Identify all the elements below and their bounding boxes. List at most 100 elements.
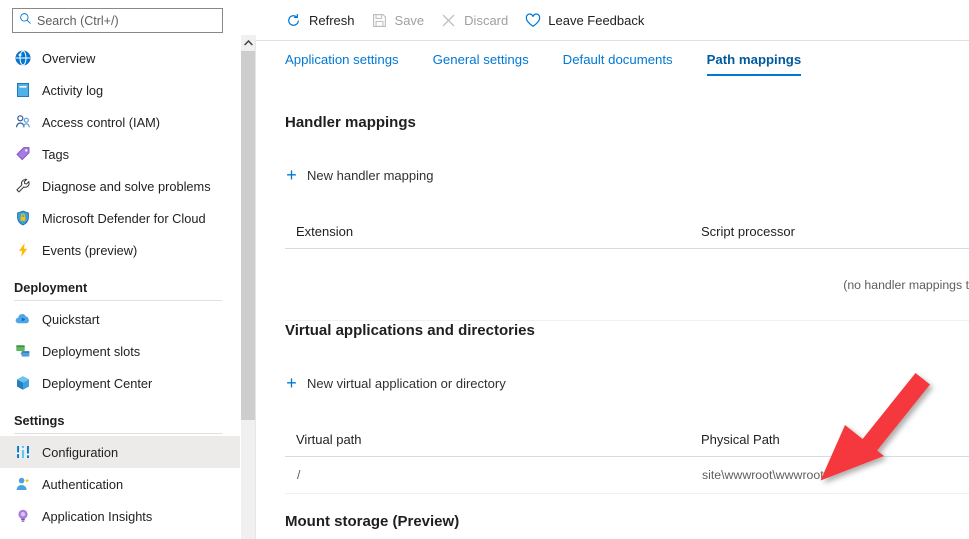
command-bar-divider — [256, 40, 969, 41]
cell-physical-path: site\wwwroot\wwwroot — [690, 456, 969, 494]
sidebar-item-label: Access control (IAM) — [42, 114, 161, 130]
resource-menu-sidebar: « Overview — [0, 0, 240, 539]
heart-icon — [524, 12, 541, 29]
virtual-applications-table: Virtual path Physical Path / site\wwwroo… — [285, 432, 969, 494]
plus-icon: + — [286, 373, 297, 393]
configuration-sliders-icon — [14, 443, 32, 461]
column-header-physical-path[interactable]: Physical Path — [690, 432, 969, 457]
handler-mappings-section: Handler mappings — [285, 114, 969, 131]
table-header-row: Extension Script processor — [285, 224, 969, 249]
handler-mappings-table: Extension Script processor (no handler m… — [285, 224, 969, 321]
shield-icon — [14, 209, 32, 227]
search-box[interactable] — [12, 8, 223, 33]
table-row: (no handler mappings t — [285, 248, 969, 321]
plus-icon: + — [286, 165, 297, 185]
new-virtual-application-button[interactable]: + New virtual application or directory — [285, 373, 506, 393]
sidebar-item-label: Overview — [42, 50, 96, 66]
handler-mappings-title: Handler mappings — [285, 114, 416, 131]
new-handler-mapping-label: New handler mapping — [307, 167, 434, 183]
sidebar-item-microsoft-defender-for-cloud[interactable]: Microsoft Defender for Cloud — [0, 202, 240, 234]
search-input[interactable] — [37, 13, 207, 28]
new-virtual-application-row: + New virtual application or directory — [285, 374, 969, 394]
table-header-row: Virtual path Physical Path — [285, 432, 969, 457]
refresh-icon — [285, 12, 302, 29]
handler-mappings-table-wrap: Extension Script processor (no handler m… — [285, 224, 969, 321]
scroll-up-arrow-icon[interactable] — [241, 35, 256, 51]
column-header-extension[interactable]: Extension — [285, 224, 690, 249]
new-virtual-application-label: New virtual application or directory — [307, 375, 506, 391]
quickstart-cloud-icon — [14, 310, 32, 328]
tab-path-mappings[interactable]: Path mappings — [706, 52, 801, 76]
deployment-center-cube-icon — [14, 374, 32, 392]
sidebar-item-label: Deployment slots — [42, 343, 141, 359]
tab-default-documents[interactable]: Default documents — [563, 52, 673, 76]
search-icon — [19, 12, 32, 30]
discard-label: Discard — [464, 12, 509, 28]
sidebar-item-configuration[interactable]: Configuration — [0, 436, 240, 468]
sidebar-item-label: Application Insights — [42, 508, 153, 524]
sidebar-item-authentication[interactable]: Authentication — [0, 468, 240, 500]
sidebar-group-divider — [14, 433, 222, 434]
column-header-virtual-path[interactable]: Virtual path — [285, 432, 690, 457]
save-button[interactable]: Save — [371, 6, 425, 34]
virtual-applications-table-wrap: Virtual path Physical Path / site\wwwroo… — [285, 432, 969, 494]
sidebar-item-label: Activity log — [42, 82, 104, 98]
sidebar-item-label: Deployment Center — [42, 375, 153, 391]
tab-application-settings[interactable]: Application settings — [285, 52, 399, 76]
authentication-user-icon — [14, 475, 32, 493]
virtual-applications-section: Virtual applications and directories — [285, 322, 969, 339]
sidebar-item-label: Authentication — [42, 476, 124, 492]
no-handler-mappings-message: (no handler mappings t — [690, 248, 969, 321]
sidebar-item-access-control[interactable]: Access control (IAM) — [0, 106, 240, 138]
sidebar-group-divider — [14, 300, 222, 301]
scrollbar-thumb[interactable] — [241, 51, 256, 420]
sidebar-item-label: Diagnose and solve problems — [42, 178, 211, 194]
refresh-label: Refresh — [309, 12, 355, 28]
cell-virtual-path: / — [285, 456, 690, 494]
sidebar-item-diagnose-and-solve-problems[interactable]: Diagnose and solve problems — [0, 170, 240, 202]
discard-button[interactable]: Discard — [440, 6, 508, 34]
sidebar-item-deployment-center[interactable]: Deployment Center — [0, 367, 240, 399]
sidebar-scrollbar[interactable] — [240, 0, 256, 539]
sidebar-item-activity-log[interactable]: Activity log — [0, 74, 240, 106]
scrollbar-top-blank — [241, 0, 256, 35]
sidebar-item-tags[interactable]: Tags — [0, 138, 240, 170]
sidebar-group-deployment-title: Deployment — [14, 280, 88, 295]
refresh-button[interactable]: Refresh — [285, 6, 355, 34]
empty-cell — [285, 248, 690, 321]
overview-globe-icon — [14, 49, 32, 67]
sidebar-item-label: Microsoft Defender for Cloud — [42, 210, 206, 226]
resource-menu-list: Overview Activity log Access control (IA… — [0, 42, 240, 532]
sidebar-item-application-insights[interactable]: Application Insights — [0, 500, 240, 532]
deployment-slots-icon — [14, 342, 32, 360]
sidebar-group-settings-title: Settings — [14, 413, 65, 428]
sidebar-item-overview[interactable]: Overview — [0, 42, 240, 74]
column-header-script-processor[interactable]: Script processor — [690, 224, 969, 249]
sidebar-item-quickstart[interactable]: Quickstart — [0, 303, 240, 335]
sidebar-item-label: Events (preview) — [42, 242, 138, 258]
command-bar: Refresh Save Discard Leave Feedback — [256, 0, 969, 40]
tag-icon — [14, 145, 32, 163]
leave-feedback-label: Leave Feedback — [548, 12, 645, 28]
wrench-icon — [14, 177, 32, 195]
save-icon — [371, 12, 388, 29]
mount-storage-title: Mount storage (Preview) — [285, 513, 460, 530]
sidebar-item-label: Quickstart — [42, 311, 100, 327]
app-insights-bulb-icon — [14, 507, 32, 525]
lightning-bolt-icon — [14, 241, 32, 259]
configuration-content-pane: Refresh Save Discard Leave Feedback Appl… — [256, 0, 969, 539]
azure-portal-configuration-screen: « Overview — [0, 0, 969, 539]
sidebar-item-events-preview[interactable]: Events (preview) — [0, 234, 240, 266]
mount-storage-section: Mount storage (Preview) — [285, 513, 969, 530]
configuration-tabs: Application settings General settings De… — [256, 52, 835, 88]
sidebar-item-deployment-slots[interactable]: Deployment slots — [0, 335, 240, 367]
new-handler-mapping-button[interactable]: + New handler mapping — [285, 166, 433, 184]
table-row[interactable]: / site\wwwroot\wwwroot — [285, 456, 969, 494]
virtual-applications-title: Virtual applications and directories — [285, 322, 535, 339]
leave-feedback-button[interactable]: Leave Feedback — [524, 6, 644, 34]
tab-general-settings[interactable]: General settings — [433, 52, 529, 76]
sidebar-item-label: Configuration — [42, 444, 119, 460]
discard-icon — [440, 12, 457, 29]
save-label: Save — [394, 12, 425, 28]
sidebar-item-label: Tags — [42, 146, 70, 162]
